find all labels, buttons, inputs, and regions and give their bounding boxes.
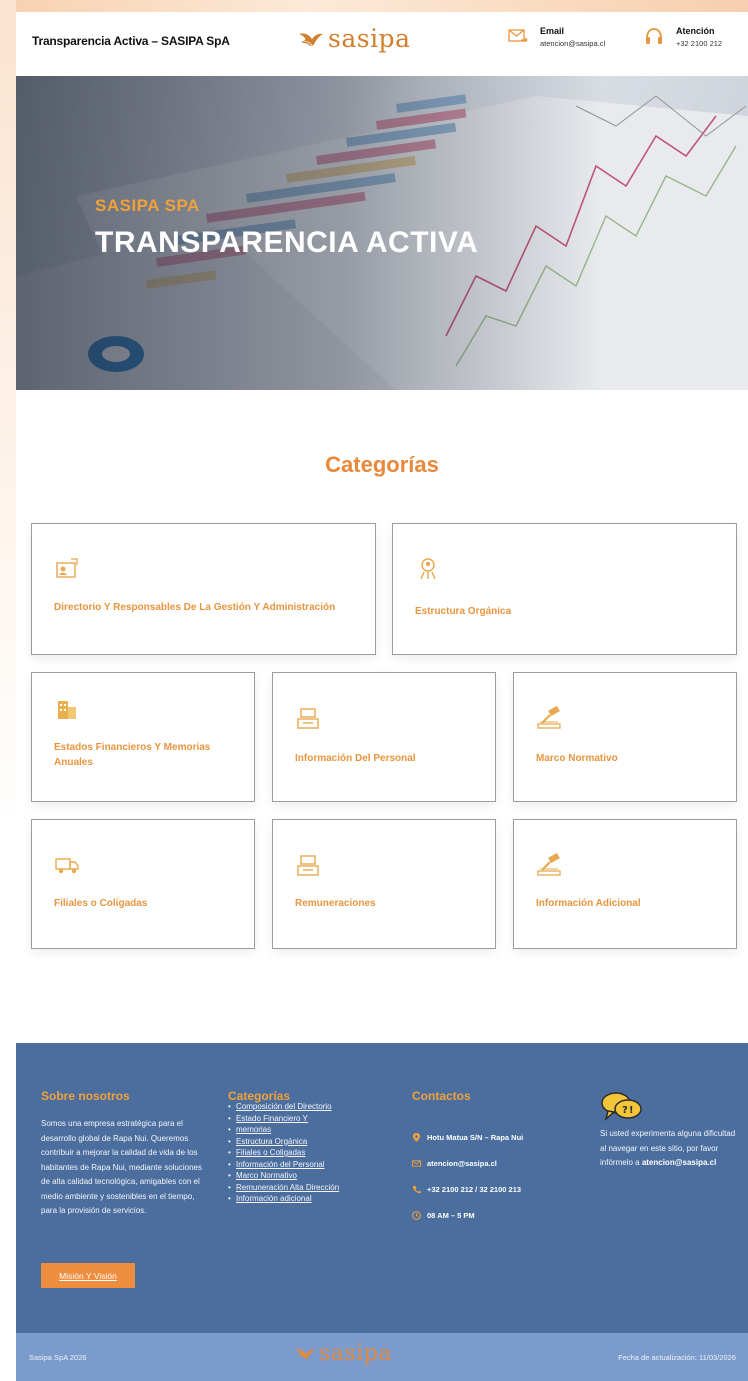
personnel-icon — [297, 708, 319, 729]
site-header: Transparencia Activa – SASIPA SpA sasipa… — [16, 12, 748, 76]
category-card-directorio[interactable]: Directorio Y Responsables De La Gestión … — [31, 523, 376, 655]
building-icon — [58, 701, 76, 719]
bottom-bar: Sasipa SpA 2026 sasipa Fecha de actualiz… — [16, 1333, 748, 1381]
site-footer: Sobre nosotros Somos una empresa estraté… — [16, 1043, 748, 1333]
gavel-icon — [537, 853, 561, 876]
category-label: Filiales o Coligadas — [54, 898, 148, 909]
site-title[interactable]: Transparencia Activa – SASIPA SpA — [32, 34, 230, 48]
payroll-icon — [297, 855, 319, 876]
email-icon — [412, 1160, 421, 1167]
category-card-marco-normativo[interactable]: Marco Normativo — [513, 672, 737, 802]
mission-vision-button[interactable]: Misión Y Visión — [41, 1263, 135, 1288]
copyright-text: Sasipa SpA 2026 — [29, 1353, 87, 1362]
category-card-informacion-adicional[interactable]: Información Adicional — [513, 819, 737, 949]
top-decoration-stripe — [16, 0, 748, 12]
category-card-estados-financieros[interactable]: Estados Financieros Y Memorias Anuales — [31, 672, 255, 802]
chat-support-icon: ? ! — [601, 1092, 642, 1122]
category-label: Información Adicional — [536, 898, 641, 909]
header-email[interactable]: Email atencion@sasipa.cl — [508, 26, 605, 48]
update-date-text: Fecha de actualización: 11/03/2026 — [618, 1353, 736, 1362]
help-email[interactable]: atencion@sasipa.cl — [642, 1158, 717, 1167]
svg-text:!: ! — [629, 1105, 634, 1116]
truck-icon — [55, 858, 79, 874]
category-label: Directorio Y Responsables De La Gestión … — [54, 602, 336, 613]
phone-value[interactable]: +32 2100 212 — [676, 39, 722, 48]
category-card-remuneraciones[interactable]: Remuneraciones — [272, 819, 496, 949]
page-background-left — [0, 0, 16, 1381]
svg-text:?: ? — [622, 1105, 628, 1116]
email-value[interactable]: atencion@sasipa.cl — [540, 39, 605, 48]
category-label: Remuneraciones — [295, 898, 376, 909]
footer-logo[interactable]: sasipa — [294, 1341, 392, 1366]
footer-link[interactable]: Remuneración Alta Dirección — [228, 1182, 339, 1194]
footer-link[interactable]: memorias — [228, 1124, 339, 1136]
logo-text: sasipa — [328, 24, 411, 53]
footer-address: Hotu Matua S/N – Rapa Nui — [412, 1133, 523, 1142]
footer-logo-text: sasipa — [319, 1341, 392, 1366]
email-label: Email — [540, 26, 565, 36]
org-structure-icon — [420, 558, 436, 580]
directory-icon — [56, 558, 78, 578]
footer-link[interactable]: Estado Financiero Y — [228, 1113, 339, 1125]
location-pin-icon — [412, 1133, 421, 1142]
footer-link[interactable]: Marco Normativo — [228, 1170, 339, 1182]
footer-about-title: Sobre nosotros — [41, 1089, 130, 1103]
footer-category-links: Composición del Directorio Estado Financ… — [228, 1101, 339, 1205]
page: Transparencia Activa – SASIPA SpA sasipa… — [16, 12, 748, 1381]
headset-icon — [646, 28, 662, 44]
hero-subtitle: SASIPA SPA — [95, 196, 200, 215]
footer-address-text: Hotu Matua S/N – Rapa Nui — [427, 1133, 524, 1142]
hero-title: TRANSPARENCIA ACTIVA — [95, 226, 479, 259]
clock-icon — [412, 1211, 421, 1220]
footer-hours-text: 08 AM – 5 PM — [427, 1211, 475, 1220]
footer-phone[interactable]: +32 2100 212 / 32 2100 213 — [412, 1185, 521, 1194]
bird-logo-icon — [299, 32, 323, 46]
category-label: Marco Normativo — [536, 753, 618, 764]
footer-contact-title: Contactos — [412, 1089, 471, 1103]
header-phone[interactable]: Atención +32 2100 212 — [644, 26, 722, 48]
footer-about-text: Somos una empresa estratégica para el de… — [41, 1119, 202, 1215]
category-label: Estados Financieros Y Memorias Anuales — [54, 742, 211, 768]
footer-link[interactable]: Filiales o Coligadas — [228, 1147, 339, 1159]
category-label: Información Del Personal — [295, 753, 416, 764]
footer-email-text[interactable]: atencion@sasipa.cl — [427, 1159, 497, 1168]
category-label: Estructura Orgánica — [415, 606, 512, 617]
site-logo[interactable]: sasipa — [298, 24, 410, 53]
footer-link[interactable]: Información del Personal — [228, 1159, 339, 1171]
bird-logo-icon — [294, 1348, 316, 1360]
categories-heading: Categorías — [325, 452, 439, 477]
footer-help-text: Si usted experimenta alguna dificultad a… — [600, 1127, 740, 1171]
hero-banner: SASIPA SPA TRANSPARENCIA ACTIVA — [16, 76, 748, 390]
footer-link[interactable]: Información adicional — [228, 1193, 339, 1205]
phone-icon — [412, 1185, 421, 1194]
category-card-personal[interactable]: Información Del Personal — [272, 672, 496, 802]
footer-email[interactable]: atencion@sasipa.cl — [412, 1159, 497, 1168]
category-card-estructura[interactable]: Estructura Orgánica — [392, 523, 737, 655]
gavel-icon — [537, 706, 561, 729]
footer-link[interactable]: Composición del Directorio — [228, 1101, 339, 1113]
footer-phone-text[interactable]: +32 2100 212 / 32 2100 213 — [427, 1185, 521, 1194]
category-card-filiales[interactable]: Filiales o Coligadas — [31, 819, 255, 949]
email-icon — [508, 29, 528, 43]
phone-label: Atención — [676, 26, 715, 36]
footer-link[interactable]: Estructura Orgánica — [228, 1136, 339, 1148]
footer-hours: 08 AM – 5 PM — [412, 1211, 475, 1220]
